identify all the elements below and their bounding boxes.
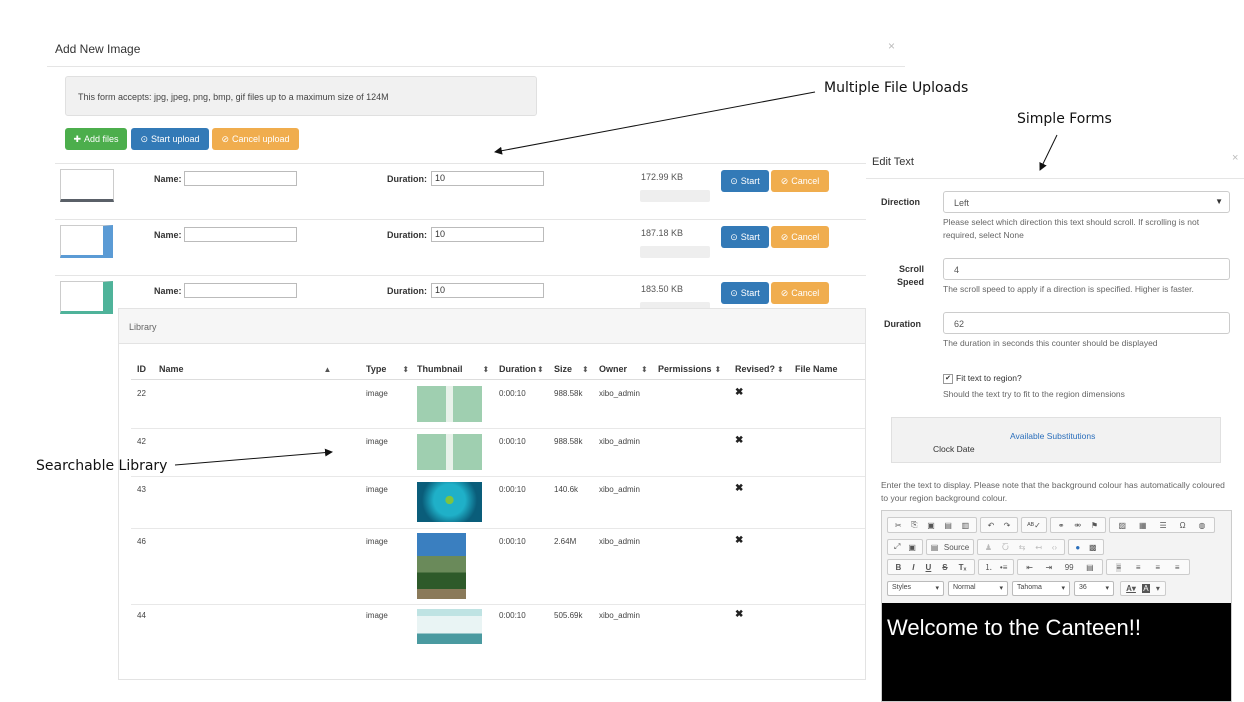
- arrow-uploads: [494, 91, 816, 155]
- annotation-arrows: [174, 91, 1058, 466]
- arrow-forms: [1039, 134, 1058, 171]
- arrow-library: [174, 448, 333, 466]
